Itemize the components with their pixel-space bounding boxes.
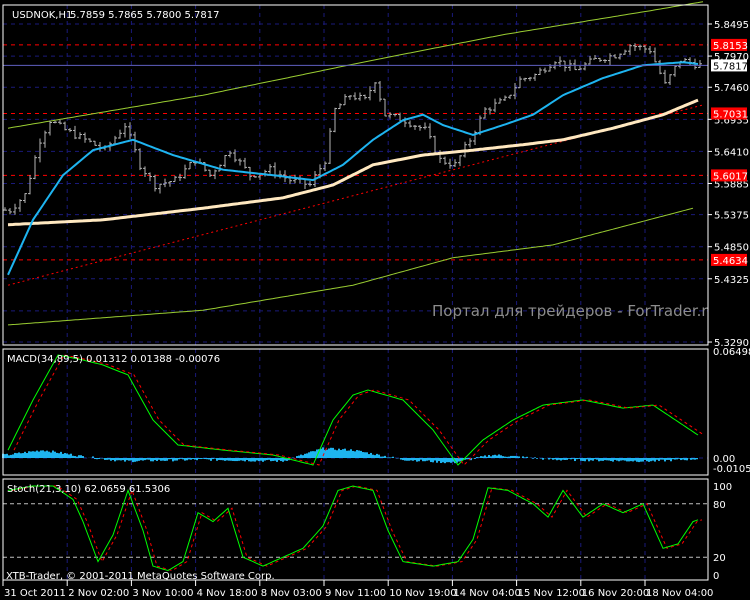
symbol-label: USDNOK,H1	[12, 10, 72, 21]
level-price-label: 5.4634	[713, 256, 748, 267]
x-tick-label: 10 Nov 19:00	[389, 588, 456, 599]
price-tick-label: 5.6410	[714, 147, 749, 158]
ohlc-label: 5.7859 5.7865 5.7800 5.7817	[70, 10, 220, 21]
macd-label: MACD(34,89,5) 0.01312 0.01388 -0.00076	[7, 354, 220, 365]
x-tick-label: 4 Nov 18:00	[197, 588, 258, 599]
price-tick-label: 5.4850	[714, 243, 749, 254]
x-tick-label: 2 Nov 02:00	[68, 588, 129, 599]
x-tick-label: 15 Nov 12:00	[518, 588, 585, 599]
stoch-tick-label: 80	[713, 500, 726, 511]
x-tick-label: 9 Nov 11:00	[325, 588, 386, 599]
level-price-label: 5.6017	[713, 171, 748, 182]
macd-tick-label: 0.06498	[713, 347, 750, 358]
price-tick-label: 5.8495	[714, 20, 749, 31]
x-tick-label: 14 Nov 04:00	[453, 588, 520, 599]
x-tick-label: 18 Nov 04:00	[646, 588, 713, 599]
x-tick-label: 16 Nov 20:00	[582, 588, 649, 599]
level-price-label: 5.7031	[713, 109, 748, 120]
stoch-tick-label: 100	[713, 482, 732, 493]
stoch-tick-label: 0	[713, 571, 719, 582]
watermark: Портал для трейдеров - ForTrader.ru	[432, 302, 717, 320]
level-price-label: 5.8153	[713, 41, 748, 52]
current-price-label: 5.7817	[713, 61, 748, 72]
stoch-label: Stoch(21,3,10) 62.0659 61.5306	[7, 484, 170, 495]
stoch-tick-label: 20	[713, 553, 726, 564]
x-tick-label: 31 Oct 2011	[4, 588, 66, 599]
trading-chart[interactable]: 31 Oct 2011 2 Nov 02:00 3 Nov 10:00 4 Nov 1…	[0, 0, 750, 600]
x-tick-label: 3 Nov 10:00	[132, 588, 193, 599]
x-tick-label: 8 Nov 03:00	[261, 588, 322, 599]
price-tick-label: 5.7460	[714, 83, 749, 94]
price-tick-label: 5.4325	[714, 275, 749, 286]
price-tick-label: 5.5375	[714, 211, 749, 222]
watermark-clip	[708, 290, 750, 330]
macd-tick-label: -0.01059	[713, 464, 750, 475]
